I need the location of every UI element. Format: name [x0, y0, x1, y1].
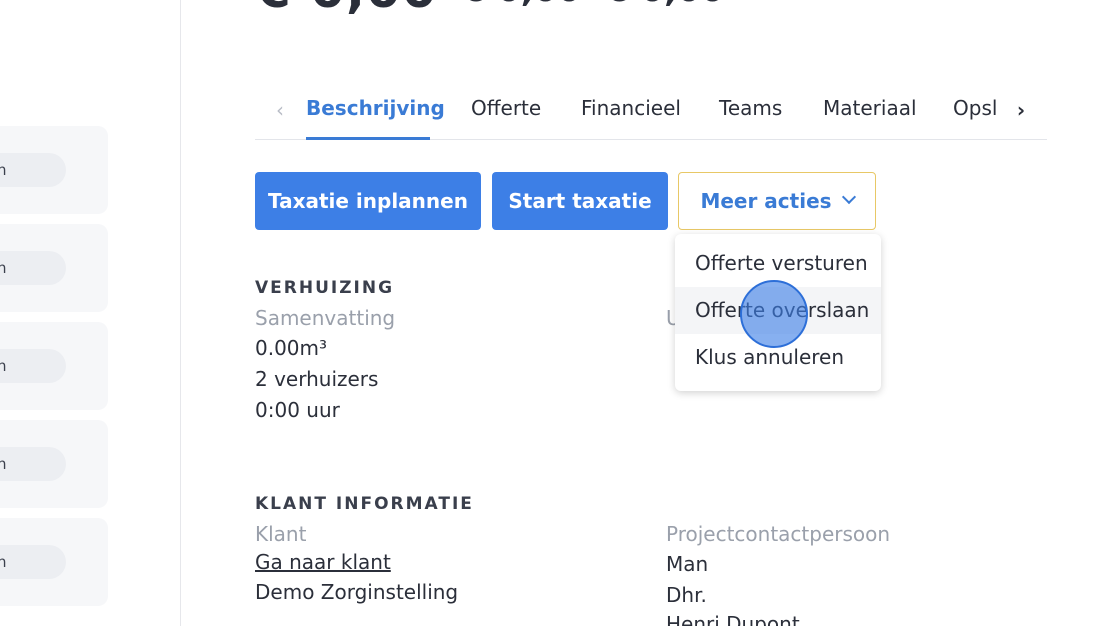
schedule-valuation-button[interactable]: Taxatie inplannen — [255, 172, 481, 230]
summary-label: Samenvatting — [255, 306, 396, 330]
start-valuation-button[interactable]: Start taxatie — [492, 172, 668, 230]
duration-value: 0:00 uur — [255, 398, 340, 422]
client-name: Demo Zorginstelling — [255, 580, 459, 604]
tab-teams[interactable]: Teams — [719, 96, 782, 120]
tab-bar: ‹ Beschrijving Offerte Financieel Teams … — [255, 86, 1047, 140]
active-tab-indicator — [306, 137, 430, 140]
sidebar-card-pill[interactable]: n — [0, 545, 66, 579]
section-title-klant: KLANT INFORMATIE — [255, 494, 474, 514]
sidebar-card[interactable]: n — [0, 224, 108, 312]
sidebar-card[interactable]: n — [0, 420, 108, 508]
contact-salutation: Dhr. — [666, 583, 707, 607]
tab-beschrijving[interactable]: Beschrijving — [306, 96, 445, 120]
price-tertiary: € 0,00 — [605, 0, 724, 10]
tab-materiaal[interactable]: Materiaal — [823, 96, 917, 120]
sidebar-card-pill[interactable]: n — [0, 153, 66, 187]
sidebar-pill-label: n — [0, 259, 7, 277]
sidebar-card[interactable]: n — [0, 518, 108, 606]
sidebar-pill-label: n — [0, 455, 7, 473]
price-summary: € 0,00 € 0,00 € 0,00 — [256, 0, 724, 15]
price-primary: € 0,00 — [256, 0, 438, 15]
sidebar-card-pill[interactable]: n — [0, 447, 66, 481]
contact-label: Projectcontactpersoon — [666, 522, 891, 546]
sidebar-pill-label: n — [0, 161, 7, 179]
tab-financieel[interactable]: Financieel — [581, 96, 681, 120]
chevron-left-icon[interactable]: ‹ — [271, 98, 289, 122]
section-title-verhuizing: VERHUIZING — [255, 278, 395, 298]
volume-value: 0.00m³ — [255, 336, 328, 360]
contact-gender: Man — [666, 552, 709, 576]
tab-overflow-clip: Opslag — [945, 86, 997, 136]
contact-name: Henri Dupont — [666, 612, 800, 626]
chevron-down-icon — [841, 189, 856, 205]
more-actions-label: Meer acties — [700, 189, 832, 213]
sidebar-pill-label: n — [0, 357, 7, 375]
sidebar-card-pill[interactable]: n — [0, 251, 66, 285]
start-valuation-label: Start taxatie — [508, 189, 652, 213]
sidebar-card-pill[interactable]: n — [0, 349, 66, 383]
more-actions-button[interactable]: Meer acties — [678, 172, 876, 230]
chevron-right-icon[interactable]: › — [1012, 98, 1030, 122]
sidebar-card[interactable]: n — [0, 126, 108, 214]
tab-opslag[interactable]: Opslag — [953, 96, 997, 120]
click-indicator — [740, 280, 808, 348]
movers-value: 2 verhuizers — [255, 367, 379, 391]
client-label: Klant — [255, 522, 307, 546]
sidebar-pill-label: n — [0, 553, 7, 571]
sidebar: n n n n n — [0, 0, 181, 626]
schedule-valuation-label: Taxatie inplannen — [268, 189, 468, 213]
go-to-client-link[interactable]: Ga naar klant — [255, 550, 391, 574]
price-secondary: € 0,00 — [462, 0, 581, 10]
sidebar-card[interactable]: n — [0, 322, 108, 410]
tab-offerte[interactable]: Offerte — [471, 96, 541, 120]
